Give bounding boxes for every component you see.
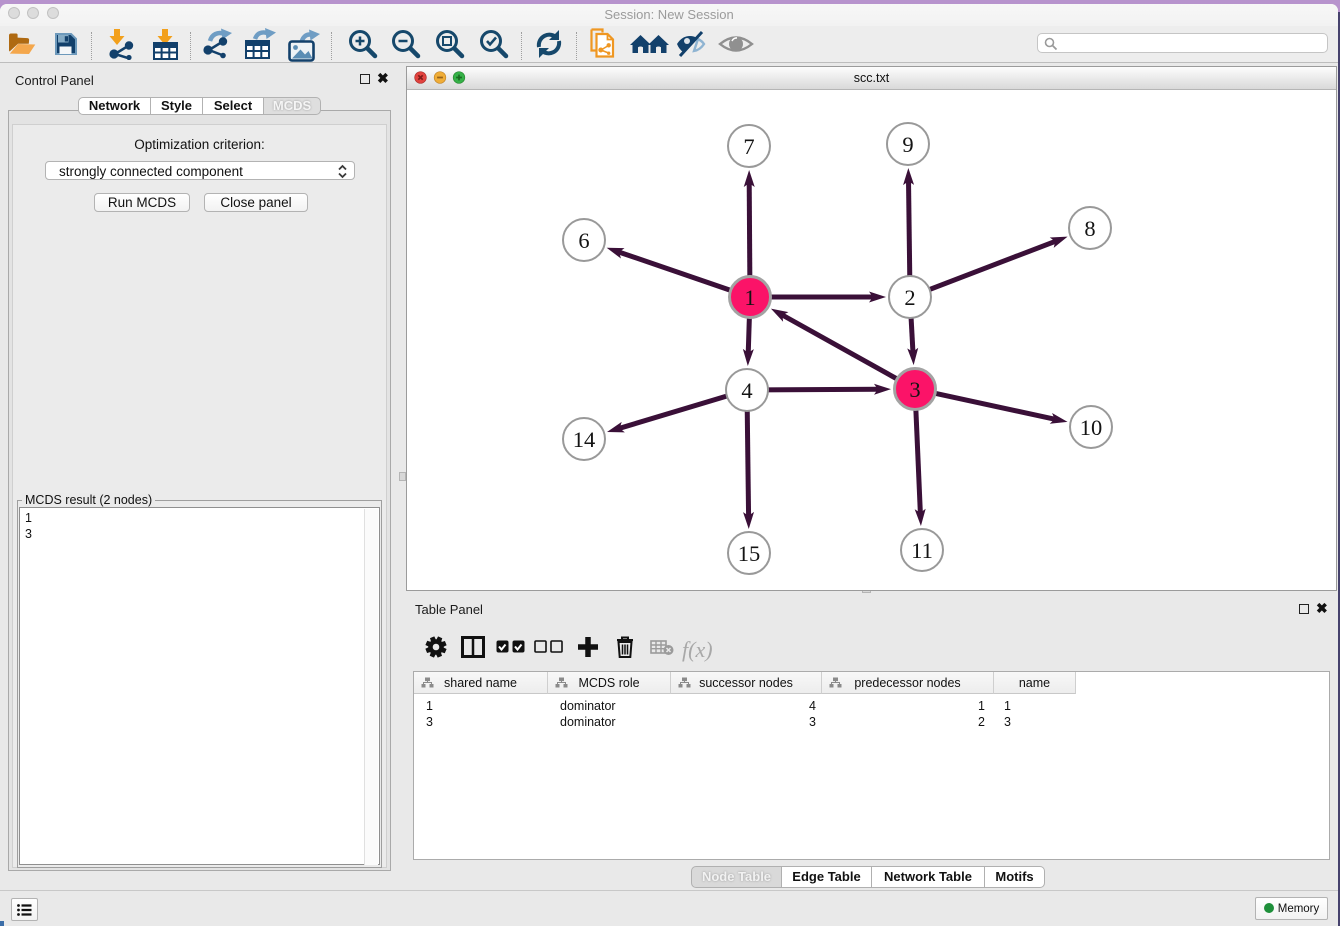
svg-text:11: 11 xyxy=(911,538,933,563)
svg-text:6: 6 xyxy=(578,228,589,253)
svg-text:3: 3 xyxy=(909,377,920,402)
svg-text:7: 7 xyxy=(743,134,754,159)
svg-text:4: 4 xyxy=(741,378,752,403)
svg-text:15: 15 xyxy=(738,541,761,566)
svg-text:8: 8 xyxy=(1084,216,1095,241)
svg-text:2: 2 xyxy=(904,285,915,310)
svg-text:10: 10 xyxy=(1080,415,1103,440)
svg-text:1: 1 xyxy=(744,285,755,310)
svg-text:9: 9 xyxy=(902,132,913,157)
svg-text:14: 14 xyxy=(573,427,596,452)
